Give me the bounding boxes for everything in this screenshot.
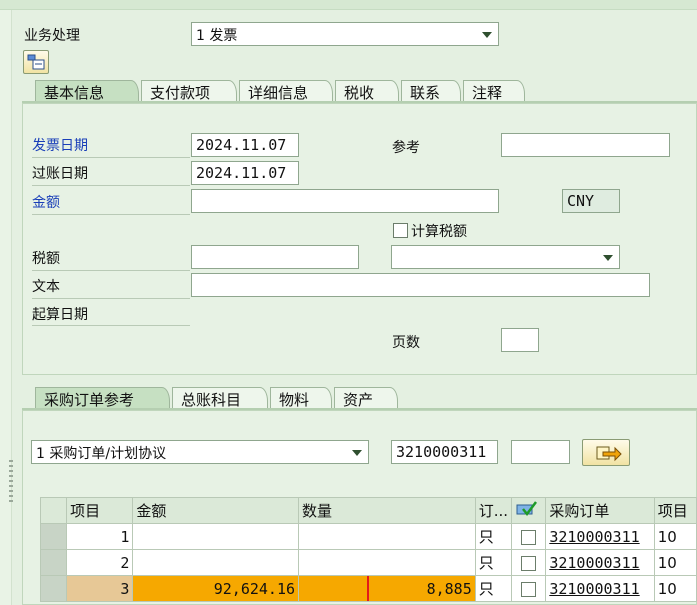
quantity-cell[interactable]: 8,885 xyxy=(298,575,476,602)
reference-field[interactable] xyxy=(501,133,670,157)
col-po-item-header[interactable]: 项目 xyxy=(653,497,697,524)
po-item-cell: 10 xyxy=(653,523,697,550)
select-all-cell[interactable] xyxy=(39,497,68,524)
col-po-header[interactable]: 采购订单 xyxy=(545,497,655,524)
po-type-value: 1 采购订单/计划协议 xyxy=(36,446,167,462)
top-bar xyxy=(0,0,697,10)
tab-gl-account[interactable]: 总账科目 xyxy=(172,387,268,409)
reference-label: 参考 xyxy=(392,140,420,156)
items-table: 项目 金额 数量 订... 采购订单 项目 1 只 3210000311 10 … xyxy=(39,497,697,602)
tab-contact[interactable]: 联系 xyxy=(401,80,461,102)
po-number-field[interactable]: 3210000311 xyxy=(391,440,498,464)
amount-cell[interactable]: 92,624.16 xyxy=(132,575,300,602)
row-checkbox[interactable] xyxy=(521,529,537,545)
row-checkbox-cell[interactable] xyxy=(511,575,547,602)
text-label: 文本 xyxy=(32,276,190,299)
business-dropdown-value: 1 发票 xyxy=(196,28,238,44)
quantity-cell[interactable] xyxy=(298,549,476,576)
currency-field: CNY xyxy=(562,189,620,213)
transfer-button[interactable] xyxy=(582,439,630,466)
unit-cell: 只 xyxy=(474,575,513,602)
amount-label: 金额 xyxy=(32,192,190,215)
unit-cell: 只 xyxy=(474,523,513,550)
layout-toggle-button[interactable] xyxy=(23,50,49,74)
left-navigation-strip xyxy=(0,10,12,605)
layout-icon xyxy=(27,54,45,70)
text-field[interactable] xyxy=(191,273,650,297)
table-header-row: 项目 金额 数量 订... 采购订单 项目 xyxy=(39,497,697,524)
item-cell[interactable]: 1 xyxy=(66,523,134,550)
row-checkbox-cell[interactable] xyxy=(511,549,547,576)
pages-field[interactable] xyxy=(501,328,539,352)
business-label: 业务处理 xyxy=(24,28,80,44)
row-selector[interactable] xyxy=(39,549,68,576)
tax-label: 税额 xyxy=(32,248,190,271)
po-link[interactable]: 3210000311 xyxy=(545,549,655,576)
tabstrip-top: 基本信息 支付款项 详细信息 税收 联系 注释 xyxy=(35,80,525,103)
table-row[interactable]: 1 只 3210000311 10 xyxy=(39,523,697,550)
po-type-dropdown[interactable]: 1 采购订单/计划协议 xyxy=(31,440,369,464)
tax-code-dropdown[interactable] xyxy=(391,245,620,269)
item-cell[interactable]: 2 xyxy=(66,549,134,576)
highlight-box xyxy=(366,576,475,601)
amount-cell[interactable] xyxy=(132,549,300,576)
table-row[interactable]: 2 只 3210000311 10 xyxy=(39,549,697,576)
po-extra-field[interactable] xyxy=(511,440,570,464)
tabstrip-bottom: 采购订单参考 总账科目 物料 资产 xyxy=(35,387,398,410)
quantity-cell[interactable] xyxy=(298,523,476,550)
tax-field[interactable] xyxy=(191,245,359,269)
col-unit-header[interactable]: 订... xyxy=(474,497,513,524)
tab-payment[interactable]: 支付款项 xyxy=(141,80,237,102)
invoice-date-field[interactable]: 2024.11.07 xyxy=(191,133,299,157)
table-row-selected[interactable]: 3 92,624.16 8,885 只 3210000311 10 xyxy=(39,575,697,602)
amount-field[interactable] xyxy=(191,189,499,213)
col-item-header[interactable]: 项目 xyxy=(66,497,134,524)
checkmark-settings-icon xyxy=(516,500,538,516)
po-link[interactable]: 3210000311 xyxy=(545,523,655,550)
row-checkbox[interactable] xyxy=(521,581,537,597)
tab-basic-info[interactable]: 基本信息 xyxy=(35,80,139,102)
col-check-header[interactable] xyxy=(511,497,547,524)
tab-material[interactable]: 物料 xyxy=(270,387,332,409)
transfer-icon xyxy=(596,446,622,462)
business-dropdown[interactable]: 1 发票 xyxy=(191,22,499,46)
row-checkbox-cell[interactable] xyxy=(511,523,547,550)
chevron-down-icon xyxy=(603,255,613,261)
tab-po-reference[interactable]: 采购订单参考 xyxy=(35,387,170,409)
calc-tax-checkbox[interactable] xyxy=(393,223,408,238)
amount-cell[interactable] xyxy=(132,523,300,550)
baseline-date-label: 起算日期 xyxy=(32,304,190,326)
row-selector[interactable] xyxy=(39,575,68,602)
chevron-down-icon xyxy=(352,450,362,456)
resize-grip[interactable] xyxy=(9,460,13,504)
po-link[interactable]: 3210000311 xyxy=(545,575,655,602)
row-checkbox[interactable] xyxy=(521,555,537,571)
pages-label: 页数 xyxy=(392,335,420,351)
invoice-date-label: 发票日期 xyxy=(32,135,190,158)
item-cell[interactable]: 3 xyxy=(66,575,134,602)
tab-tax[interactable]: 税收 xyxy=(335,80,399,102)
tab-assets[interactable]: 资产 xyxy=(334,387,398,409)
col-amount-header[interactable]: 金额 xyxy=(132,497,300,524)
col-quantity-header[interactable]: 数量 xyxy=(298,497,476,524)
po-item-cell: 10 xyxy=(653,575,697,602)
tab-notes[interactable]: 注释 xyxy=(463,80,525,102)
unit-cell: 只 xyxy=(474,549,513,576)
posting-date-field[interactable]: 2024.11.07 xyxy=(191,161,299,185)
po-item-cell: 10 xyxy=(653,549,697,576)
tab-details[interactable]: 详细信息 xyxy=(239,80,333,102)
chevron-down-icon xyxy=(482,32,492,38)
posting-date-label: 过账日期 xyxy=(32,163,190,186)
calc-tax-label: 计算税额 xyxy=(411,224,467,240)
row-selector[interactable] xyxy=(39,523,68,550)
